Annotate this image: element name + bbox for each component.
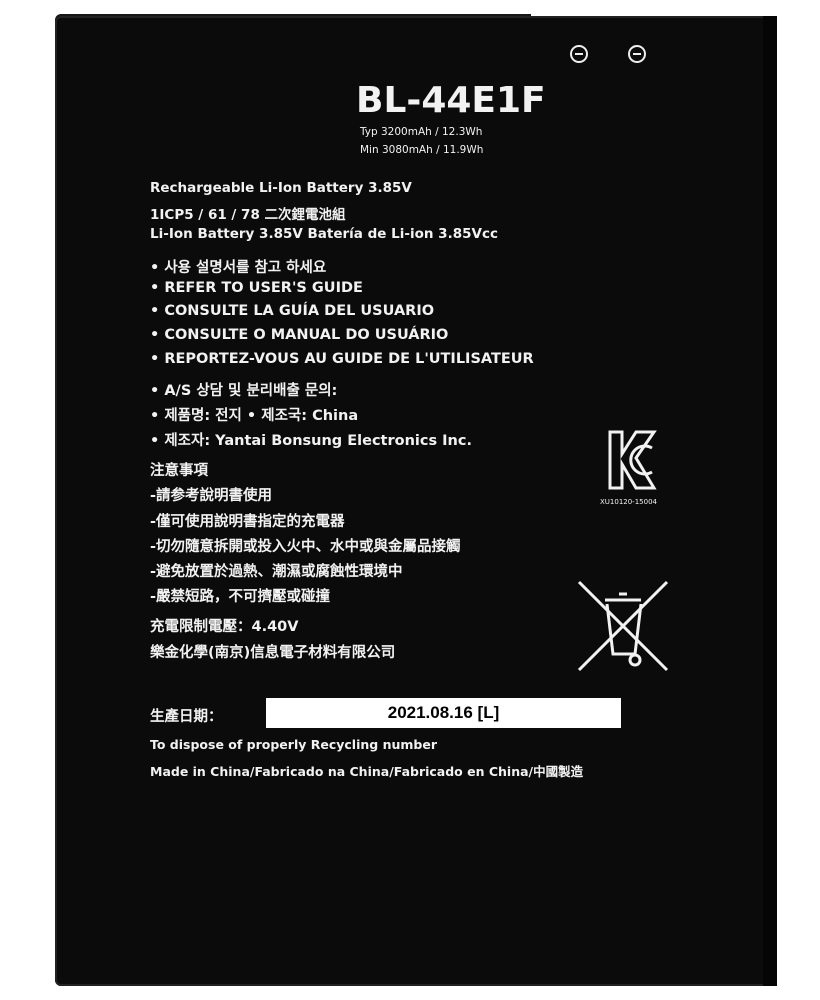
label-line: • REPORTEZ-VOUS AU GUIDE DE L'UTILISATEU… <box>150 351 534 367</box>
label-line: -請参考說明書使用 <box>150 488 273 504</box>
label-line: 1ICP5 / 61 / 78 二次鋰電池組 <box>150 207 346 223</box>
date-label: 生產日期： <box>150 709 223 725</box>
label-line: -僅可使用說明書指定的充電器 <box>150 514 345 530</box>
label-line: • 사용 설명서를 참고 하세요 <box>150 260 327 276</box>
footer-line: Made in China/Fabricado na China/Fabrica… <box>150 764 584 779</box>
footer-line: To dispose of properly Recycling number <box>150 737 437 752</box>
label-line: 注意事項 <box>150 463 208 479</box>
spec-typ: Typ 3200mAh / 12.3Wh <box>360 126 483 138</box>
label-line: -切勿隨意拆開或投入火中、水中或與金屬品接觸 <box>150 539 461 555</box>
label-line: • REFER TO USER'S GUIDE <box>150 280 363 296</box>
mounting-hole-icon <box>570 45 588 63</box>
label-line: Rechargeable Li-Ion Battery 3.85V <box>150 180 412 196</box>
crossed-out-wheelie-bin-icon <box>577 580 669 672</box>
production-date: 2021.08.16 [L] <box>266 698 621 728</box>
label-line: • A/S 상담 및 분리배출 문의: <box>150 383 338 399</box>
label-line: • CONSULTE O MANUAL DO USUÁRIO <box>150 327 449 343</box>
label-line: -避免放置於過熱、潮濕或腐蝕性環境中 <box>150 564 403 580</box>
label-line: 充電限制電壓：4.40V <box>150 619 299 635</box>
mounting-hole-icon <box>628 45 646 63</box>
kc-code: XU10120-15004 <box>600 498 657 506</box>
kc-certification-mark <box>608 430 657 490</box>
label-line: • 제품명: 전지 • 제조국: China <box>150 408 359 424</box>
label-line: 樂金化學(南京)信息電子材料有限公司 <box>150 645 396 661</box>
model-number: BL-44E1F <box>356 80 546 121</box>
battery-side-edge <box>763 16 777 986</box>
label-line: • CONSULTE LA GUÍA DEL USUARIO <box>150 303 435 319</box>
label-line: • 제조자: Yantai Bonsung Electronics Inc. <box>150 433 472 449</box>
label-line: -嚴禁短路，不可擠壓或碰撞 <box>150 589 331 605</box>
label-line: Li-Ion Battery 3.85V Batería de Li-ion 3… <box>150 226 498 242</box>
spec-min: Min 3080mAh / 11.9Wh <box>360 144 484 156</box>
